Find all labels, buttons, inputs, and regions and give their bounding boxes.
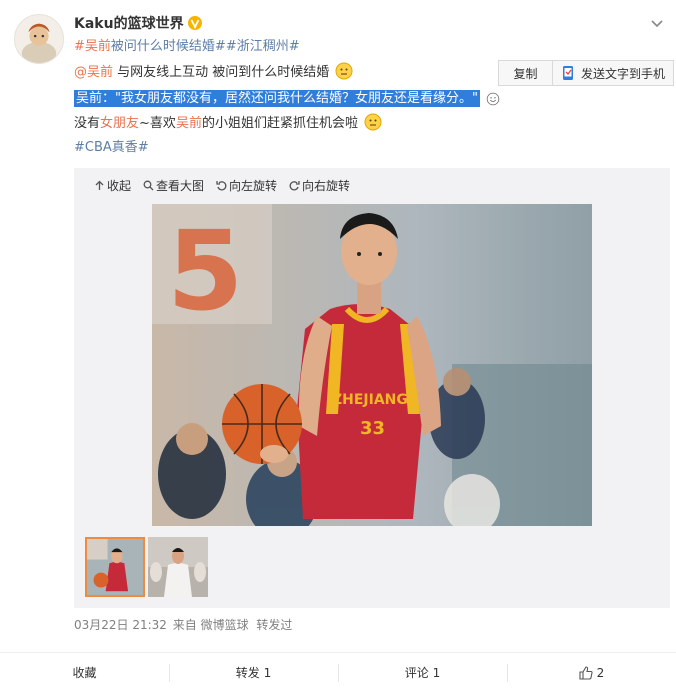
wuqian-link[interactable]: 吴前 bbox=[176, 116, 202, 131]
thumbnail-2[interactable] bbox=[148, 537, 208, 597]
user-avatar[interactable] bbox=[14, 14, 64, 64]
topic-link-2[interactable]: #浙江稠州# bbox=[226, 39, 300, 54]
action-bar: 收藏 转发 1 评论 1 2 bbox=[0, 652, 676, 692]
rotate-right-button[interactable]: 向右旋转 bbox=[289, 177, 350, 194]
weibo-post-card: Kaku的篮球世界 #吴前被问什么时候结婚##浙江稠州# @吴前 与网友线上互动… bbox=[0, 0, 676, 697]
username-text[interactable]: Kaku的篮球世界 bbox=[74, 13, 184, 33]
thinking-emoji-icon bbox=[364, 113, 382, 131]
selected-quote-text: 吴前："我女朋友都没有，居然还问我什么结婚？女朋友还是看缘分。" bbox=[74, 90, 480, 107]
comment-button[interactable]: 评论 1 bbox=[338, 653, 507, 692]
reposted-label: 转发过 bbox=[256, 618, 293, 632]
favorite-label: 收藏 bbox=[72, 666, 97, 680]
collapse-icon bbox=[95, 180, 104, 190]
thinking-emoji-icon bbox=[335, 62, 353, 80]
topic1-part[interactable]: #吴前 bbox=[74, 39, 111, 54]
topic-link[interactable]: #吴前被问什么时候结婚# bbox=[74, 39, 226, 54]
repost-button[interactable]: 转发 1 bbox=[169, 653, 338, 692]
post-line-3: 没有女朋友~喜欢吴前的小姐姐们赶紧抓住机会啦 bbox=[74, 113, 382, 134]
rotate-right-icon bbox=[289, 181, 300, 191]
rotate-left-button[interactable]: 向左旋转 bbox=[216, 177, 277, 194]
post-line-2: 吴前："我女朋友都没有，居然还问我什么结婚？女朋友还是看缘分。" bbox=[74, 89, 500, 109]
repost-label: 转发 1 bbox=[235, 666, 272, 680]
thumbs-up-icon bbox=[579, 665, 593, 680]
media-toolbar: 收起 查看大图 向左旋转 向右旋转 bbox=[94, 177, 350, 194]
collapse-label: 收起 bbox=[107, 179, 132, 193]
collapse-button[interactable]: 收起 bbox=[94, 177, 131, 194]
post-date[interactable]: 03月22日 21:32 bbox=[74, 618, 167, 632]
header-topics: #吴前被问什么时候结婚##浙江稠州# bbox=[74, 37, 300, 57]
like-count: 2 bbox=[596, 665, 605, 680]
comment-label: 评论 1 bbox=[404, 666, 441, 680]
post-line-1-text: 与网友线上互动 被问到什么时候结婚 bbox=[113, 65, 330, 80]
girlfriend-link[interactable]: 女朋友 bbox=[100, 116, 139, 131]
mention-text[interactable]: @吴前 bbox=[74, 65, 113, 80]
view-large-label: 查看大图 bbox=[156, 179, 205, 193]
username[interactable]: Kaku的篮球世界 bbox=[74, 13, 202, 33]
chevron-down-icon[interactable] bbox=[648, 14, 666, 32]
verified-badge-icon bbox=[187, 16, 202, 30]
jersey-text: ZHEJIANG bbox=[332, 392, 408, 408]
rotate-left-label: 向左旋转 bbox=[229, 179, 278, 193]
post-source[interactable]: 来自 微博篮球 bbox=[173, 618, 249, 632]
favorite-button[interactable]: 收藏 bbox=[0, 653, 169, 692]
like-button[interactable]: 2 bbox=[507, 653, 676, 692]
copy-popup: 复制 发送文字到手机 bbox=[498, 60, 674, 86]
rotate-right-label: 向右旋转 bbox=[302, 179, 351, 193]
phone-icon bbox=[562, 66, 573, 80]
send-to-phone-button[interactable]: 发送文字到手机 bbox=[553, 61, 673, 85]
main-photo[interactable]: 5 ZHEJIANG 33 bbox=[152, 204, 592, 526]
post-line-4: #CBA真香# bbox=[74, 138, 149, 158]
line3-a: 没有 bbox=[74, 116, 101, 131]
jersey-number: 33 bbox=[360, 418, 385, 439]
cba-topic-link[interactable]: #CBA真香# bbox=[74, 140, 149, 155]
mention-link[interactable]: @吴前 bbox=[74, 65, 113, 80]
post-line-1: @吴前 与网友线上互动 被问到什么时候结婚 bbox=[74, 62, 353, 83]
line3-b: ~喜欢 bbox=[139, 116, 176, 131]
post-meta: 03月22日 21:32 来自 微博篮球 转发过 bbox=[74, 616, 292, 633]
thumbnail-1[interactable] bbox=[85, 537, 145, 597]
send-to-phone-label: 发送文字到手机 bbox=[580, 66, 665, 81]
bg-number: 5 bbox=[167, 207, 244, 335]
search-icon bbox=[143, 180, 154, 191]
rotate-left-icon bbox=[216, 181, 227, 191]
view-large-button[interactable]: 查看大图 bbox=[143, 177, 204, 194]
copy-button[interactable]: 复制 bbox=[499, 61, 553, 85]
line3-c: 的小姐姐们赶紧抓住机会啦 bbox=[201, 116, 358, 131]
topic1-rest[interactable]: 被问什么时候结婚# bbox=[111, 39, 226, 54]
smile-emoji-icon bbox=[486, 92, 500, 106]
